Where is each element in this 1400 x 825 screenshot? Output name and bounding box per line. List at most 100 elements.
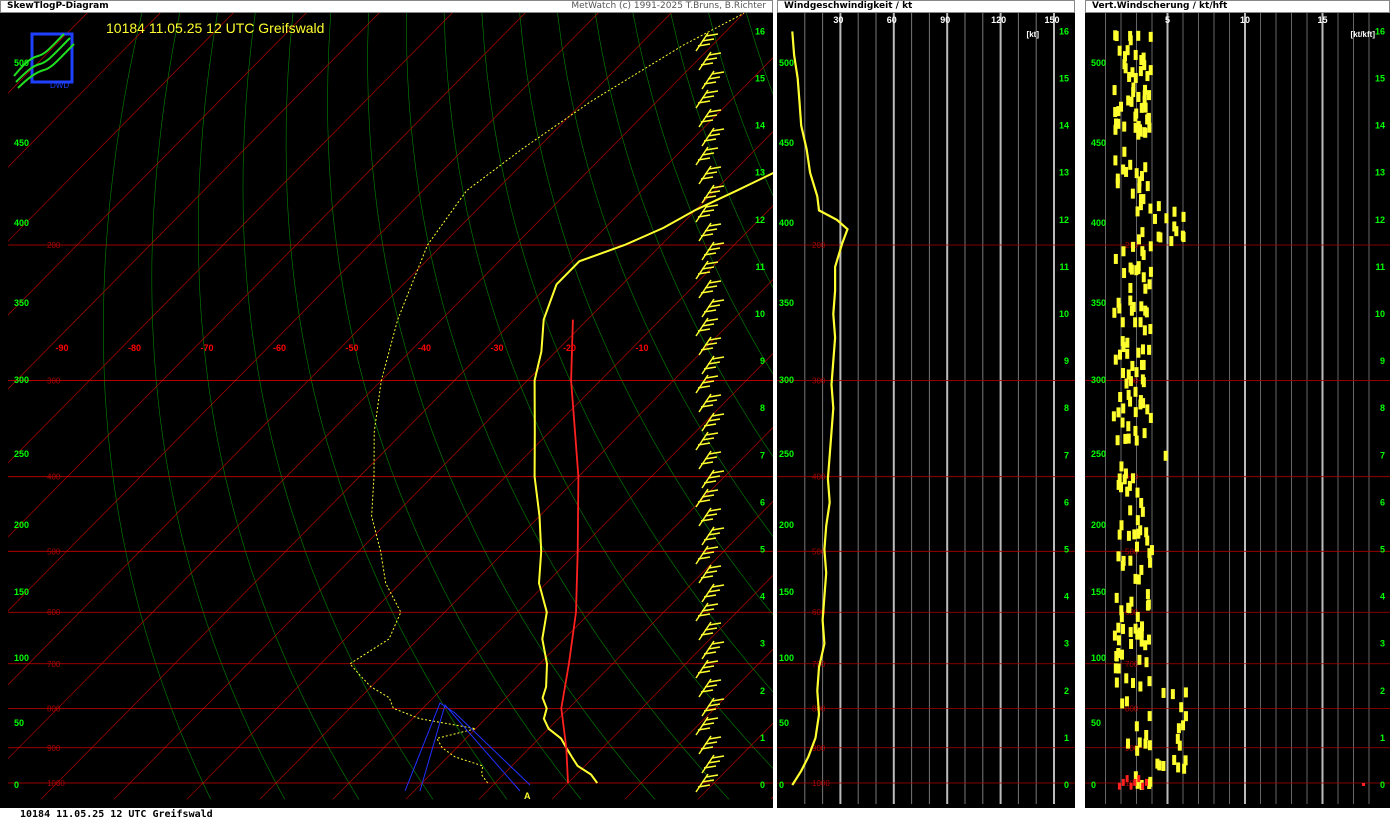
shear-mark <box>1142 325 1147 336</box>
shear-mark <box>1139 636 1144 647</box>
shear-left-tick: 400 <box>1091 218 1106 228</box>
shear-mark <box>1119 101 1124 112</box>
shear-right-tick: 16 <box>1375 26 1385 36</box>
shear-mark <box>1126 389 1131 400</box>
left-axis-tick: 50 <box>14 718 24 728</box>
shear-mark <box>1183 711 1188 722</box>
shear-mark <box>1144 307 1149 318</box>
shear-mark <box>1119 605 1124 616</box>
shear-plot: 200300400500600700800900100051015[kt/kft… <box>1085 13 1390 808</box>
shear-mark <box>1131 473 1136 484</box>
shear-mark <box>1120 317 1125 328</box>
shear-mark <box>1120 417 1125 428</box>
shear-right-tick: 6 <box>1380 497 1385 507</box>
shear-left-tick: 250 <box>1091 449 1106 459</box>
wind-header: Windgeschwindigkeit / kt <box>777 0 1075 13</box>
shear-mark <box>1116 622 1121 633</box>
shear-mark <box>1121 368 1126 379</box>
shear-right-tick: 9 <box>1380 356 1385 366</box>
shear-mark <box>1118 349 1123 360</box>
shear-surface-mark <box>1137 775 1141 783</box>
wind-background <box>777 13 1075 808</box>
shear-mark <box>1138 194 1143 205</box>
wind-right-tick: 6 <box>1064 497 1069 507</box>
shear-mark <box>1147 122 1152 133</box>
isobar-label: 400 <box>47 473 61 482</box>
isobar-label: 200 <box>47 241 61 250</box>
shear-mark <box>1133 49 1138 60</box>
shear-mark <box>1128 159 1133 170</box>
shear-mark <box>1112 630 1117 641</box>
wind-left-tick: 50 <box>779 718 789 728</box>
wind-right-tick: 16 <box>1059 26 1069 36</box>
left-axis-tick: 350 <box>14 298 29 308</box>
shear-mark <box>1112 85 1117 96</box>
shear-mark <box>1135 541 1140 552</box>
shear-mark <box>1148 324 1153 335</box>
temperature-label: -80 <box>128 343 141 353</box>
shear-mark <box>1139 564 1144 575</box>
shear-mark <box>1118 392 1123 403</box>
wind-left-tick: 500 <box>779 58 794 68</box>
wind-right-tick: 11 <box>1059 262 1069 272</box>
shear-surface-mark <box>1145 778 1149 786</box>
shear-mark <box>1147 279 1152 290</box>
shear-mark <box>1114 677 1119 688</box>
shear-surface-mark <box>1117 782 1121 790</box>
shear-x-unit: [kt/kft] <box>1351 30 1376 39</box>
shear-mark <box>1158 232 1163 243</box>
shear-mark <box>1147 676 1152 687</box>
left-axis-tick: 0 <box>14 780 19 790</box>
shear-mark <box>1146 634 1151 645</box>
shear-mark <box>1135 611 1140 622</box>
shear-right-tick: 3 <box>1380 639 1385 649</box>
shear-mark <box>1135 629 1140 640</box>
shear-mark <box>1145 589 1150 600</box>
footer-caption: 10184 11.05.25 12 UTC Greifswald <box>20 809 213 820</box>
right-axis-tick: 13 <box>755 168 765 178</box>
right-axis-tick: 0 <box>760 780 765 790</box>
isobar-label: 600 <box>47 608 61 617</box>
shear-mark <box>1120 698 1125 709</box>
shear-mark <box>1143 738 1148 749</box>
shear-mark <box>1172 754 1177 765</box>
wind-right-tick: 1 <box>1064 733 1069 743</box>
shear-mark <box>1123 468 1128 479</box>
shear-right-tick: 0 <box>1380 780 1385 790</box>
shear-mark <box>1126 738 1131 749</box>
shear-mark <box>1182 763 1187 774</box>
shear-mark <box>1146 599 1151 610</box>
shear-surface-mark <box>1141 782 1145 790</box>
shear-mark <box>1147 90 1152 101</box>
shear-mark <box>1133 386 1138 397</box>
shear-mark <box>1137 183 1142 194</box>
shear-mark <box>1128 555 1133 566</box>
shear-mark <box>1176 762 1181 773</box>
shear-title: Vert.Windscherung / kt/hft <box>1092 1 1228 11</box>
shear-left-tick: 500 <box>1091 58 1106 68</box>
shear-mark <box>1134 367 1139 378</box>
skewt-credit: MetWatch (c) 1991-2025 T.Bruns, B.Richte… <box>571 1 766 11</box>
shear-mark <box>1143 127 1148 138</box>
shear-mark <box>1147 344 1152 355</box>
shear-mark <box>1134 108 1139 119</box>
shear-mark <box>1141 249 1146 260</box>
shear-mark <box>1117 45 1122 56</box>
shear-mark <box>1138 66 1143 77</box>
shear-mark <box>1141 359 1146 370</box>
shear-left-tick: 450 <box>1091 138 1106 148</box>
shear-mark <box>1147 548 1152 559</box>
shear-mark <box>1133 72 1138 83</box>
shear-mark <box>1131 87 1136 98</box>
right-axis-tick: 16 <box>755 26 765 36</box>
shear-mark <box>1135 515 1140 526</box>
temperature-label: -20 <box>563 343 576 353</box>
shear-right-tick: 8 <box>1380 403 1385 413</box>
shear-surface-mark <box>1121 778 1125 786</box>
shear-right-tick: 4 <box>1380 592 1385 602</box>
shear-mark <box>1128 262 1133 273</box>
wind-isobar-label: 200 <box>812 241 826 250</box>
right-axis-tick: 12 <box>755 215 765 225</box>
shear-mark <box>1170 689 1175 700</box>
shear-mark <box>1145 71 1150 82</box>
